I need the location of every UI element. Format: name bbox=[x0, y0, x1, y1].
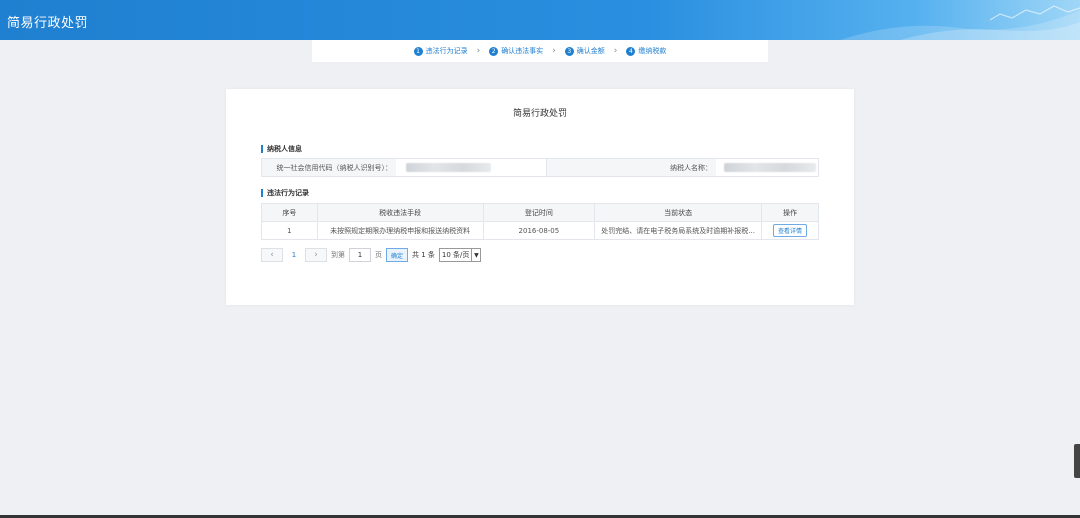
total-count: 共 1 条 bbox=[412, 251, 435, 259]
redacted-credit-code bbox=[406, 163, 491, 172]
credit-code-value bbox=[396, 159, 546, 176]
step-pay-tax[interactable]: 4 缴纳税款 bbox=[626, 46, 666, 56]
step-confirm-amount[interactable]: 3 确认金额 bbox=[564, 46, 605, 56]
confirm-page-button[interactable]: 确定 bbox=[386, 248, 409, 262]
violation-table: 序号 税收违法手段 登记时间 当前状态 操作 1 未按照规定期限办理纳税申报和报… bbox=[261, 203, 819, 240]
great-wall-decoration bbox=[840, 5, 1080, 40]
cell-means: 未按照规定期限办理纳税申报和报送纳税资料 bbox=[316, 221, 484, 240]
page-size-value: 10 条/页 bbox=[441, 251, 470, 259]
page-number-input[interactable]: 1 bbox=[349, 248, 371, 262]
page-size-select[interactable]: 10 条/页 ▼ bbox=[438, 248, 482, 262]
chevron-right-icon: › bbox=[476, 46, 481, 56]
step-label: 确认违法事实 bbox=[501, 47, 544, 55]
column-header: 登记时间 bbox=[482, 203, 596, 222]
top-banner: 简易行政处罚 bbox=[0, 0, 1080, 40]
step-confirm-facts[interactable]: 2 确认违法事实 bbox=[489, 46, 543, 56]
page-unit-label: 页 bbox=[375, 251, 382, 259]
pagination: ‹ 1 › 到第 1 页 确定 共 1 条 10 条/页 ▼ bbox=[261, 248, 482, 262]
side-floating-tab[interactable] bbox=[1074, 444, 1080, 478]
taxpayer-info-heading: 纳税人信息 bbox=[261, 145, 302, 153]
column-header: 操作 bbox=[761, 203, 819, 222]
progress-steps: 1 违法行为记录 › 2 确认违法事实 › 3 确认金额 › 4 缴纳税款 bbox=[312, 40, 768, 62]
app-title: 简易行政处罚 bbox=[7, 16, 89, 31]
chevron-down-icon: ▼ bbox=[471, 249, 480, 261]
taxpayer-name-label: 纳税人名称： bbox=[546, 159, 716, 176]
step-number: 2 bbox=[489, 46, 499, 56]
step-number: 3 bbox=[564, 46, 574, 56]
card-title: 简易行政处罚 bbox=[512, 109, 567, 119]
view-details-button[interactable]: 查看详情 bbox=[773, 224, 808, 237]
step-violation-record[interactable]: 1 违法行为记录 bbox=[413, 46, 468, 56]
redacted-taxpayer-name bbox=[724, 163, 816, 172]
next-page-button[interactable]: › bbox=[305, 248, 327, 262]
column-header: 税收违法手段 bbox=[316, 203, 484, 222]
step-number: 4 bbox=[626, 46, 636, 56]
step-label: 缴纳税款 bbox=[638, 47, 667, 55]
penalty-card: 简易行政处罚 纳税人信息 统一社会信用代码（纳税人识别号）： 纳税人名称： 违法… bbox=[226, 89, 854, 305]
taxpayer-info-row: 统一社会信用代码（纳税人识别号）： 纳税人名称： bbox=[261, 158, 819, 177]
goto-label: 到第 bbox=[331, 251, 345, 259]
column-header: 当前状态 bbox=[594, 203, 763, 222]
credit-code-label: 统一社会信用代码（纳税人识别号）： bbox=[262, 159, 396, 176]
step-label: 违法行为记录 bbox=[425, 47, 468, 55]
column-header: 序号 bbox=[261, 203, 318, 222]
step-label: 确认金额 bbox=[576, 47, 605, 55]
chevron-right-icon: › bbox=[613, 46, 618, 56]
taxpayer-name-value bbox=[716, 159, 818, 176]
prev-page-button[interactable]: ‹ bbox=[261, 248, 283, 262]
violation-records-heading: 违法行为记录 bbox=[261, 189, 309, 197]
cell-index: 1 bbox=[261, 221, 318, 240]
table-row: 1 未按照规定期限办理纳税申报和报送纳税资料 2016-08-05 处罚完结、请… bbox=[261, 221, 819, 240]
chevron-right-icon: › bbox=[552, 46, 556, 56]
step-number: 1 bbox=[413, 46, 423, 56]
cell-date: 2016-08-05 bbox=[482, 221, 596, 240]
cell-action: 查看详情 bbox=[761, 221, 819, 240]
table-header-row: 序号 税收违法手段 登记时间 当前状态 操作 bbox=[261, 203, 819, 222]
current-page[interactable]: 1 bbox=[287, 251, 301, 259]
cell-status: 处罚完结、请在电子税务局系统及时逾期补报税... bbox=[594, 221, 763, 240]
